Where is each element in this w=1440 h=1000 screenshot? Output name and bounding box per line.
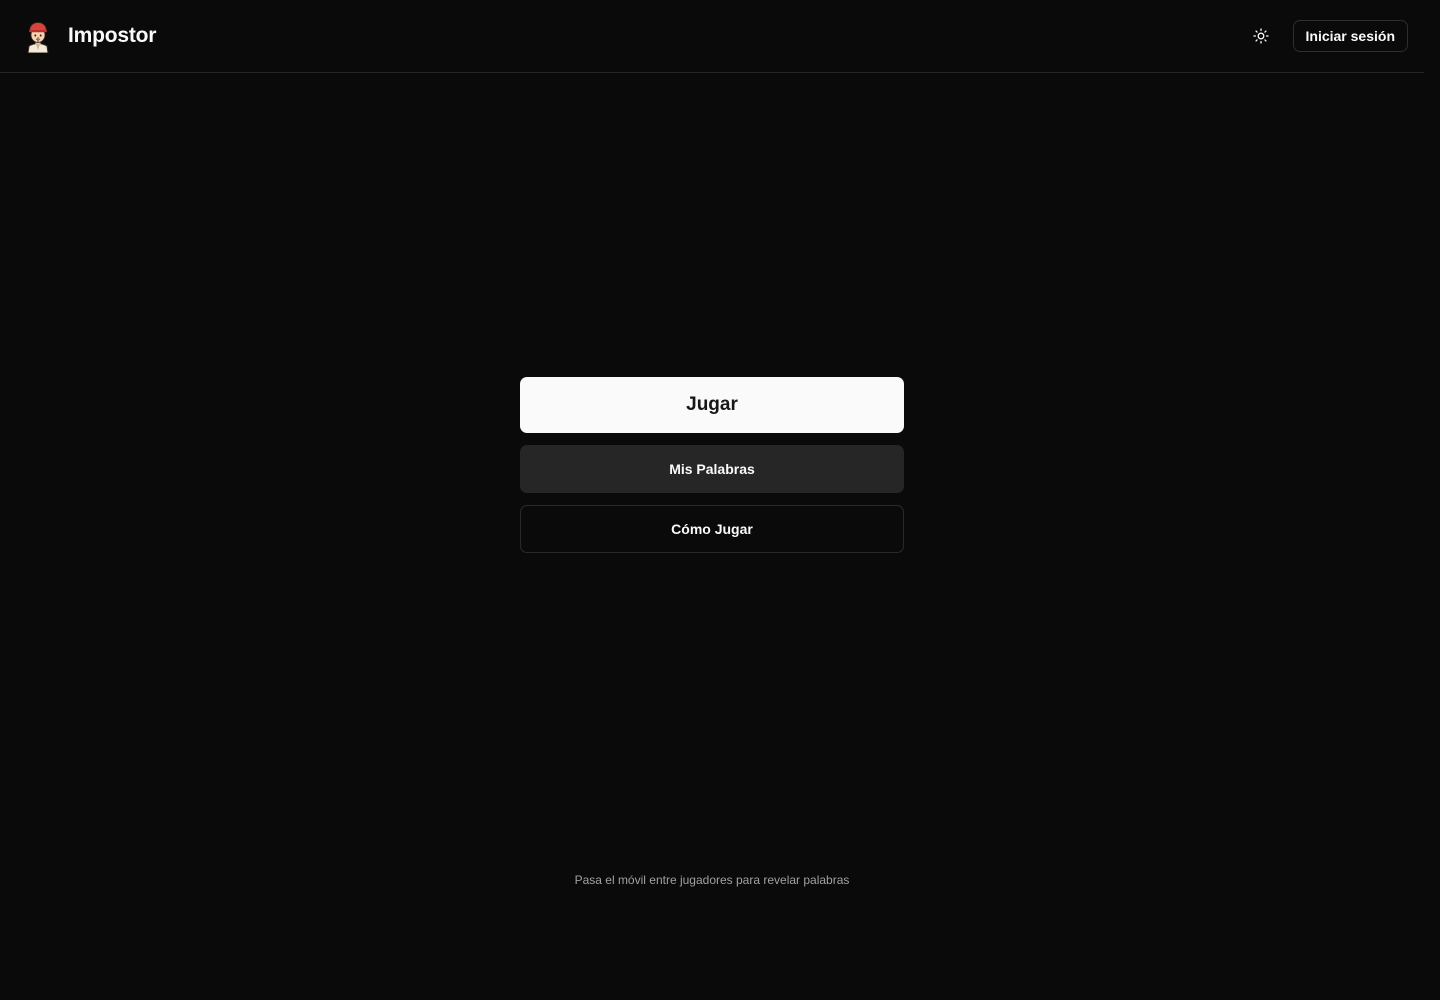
- login-button[interactable]: Iniciar sesión: [1292, 20, 1408, 52]
- app-title: Impostor: [68, 24, 157, 47]
- header-actions: Iniciar sesión: [1247, 20, 1408, 52]
- main-menu: Jugar Mis Palabras Cómo Jugar: [520, 377, 904, 553]
- theme-toggle-button[interactable]: [1247, 22, 1275, 50]
- brand[interactable]: Impostor: [22, 19, 156, 53]
- sun-icon: [1252, 28, 1269, 44]
- my-words-button[interactable]: Mis Palabras: [520, 445, 904, 493]
- app-root: Impostor Iniciar sesión Jugar Mis Palabr…: [0, 0, 1440, 1000]
- play-button[interactable]: Jugar: [520, 377, 904, 433]
- impostor-avatar-icon: [27, 22, 49, 53]
- how-to-play-button[interactable]: Cómo Jugar: [520, 505, 904, 553]
- footer-hint: Pasa el móvil entre jugadores para revel…: [574, 873, 850, 887]
- top-bar: Impostor Iniciar sesión: [0, 0, 1424, 73]
